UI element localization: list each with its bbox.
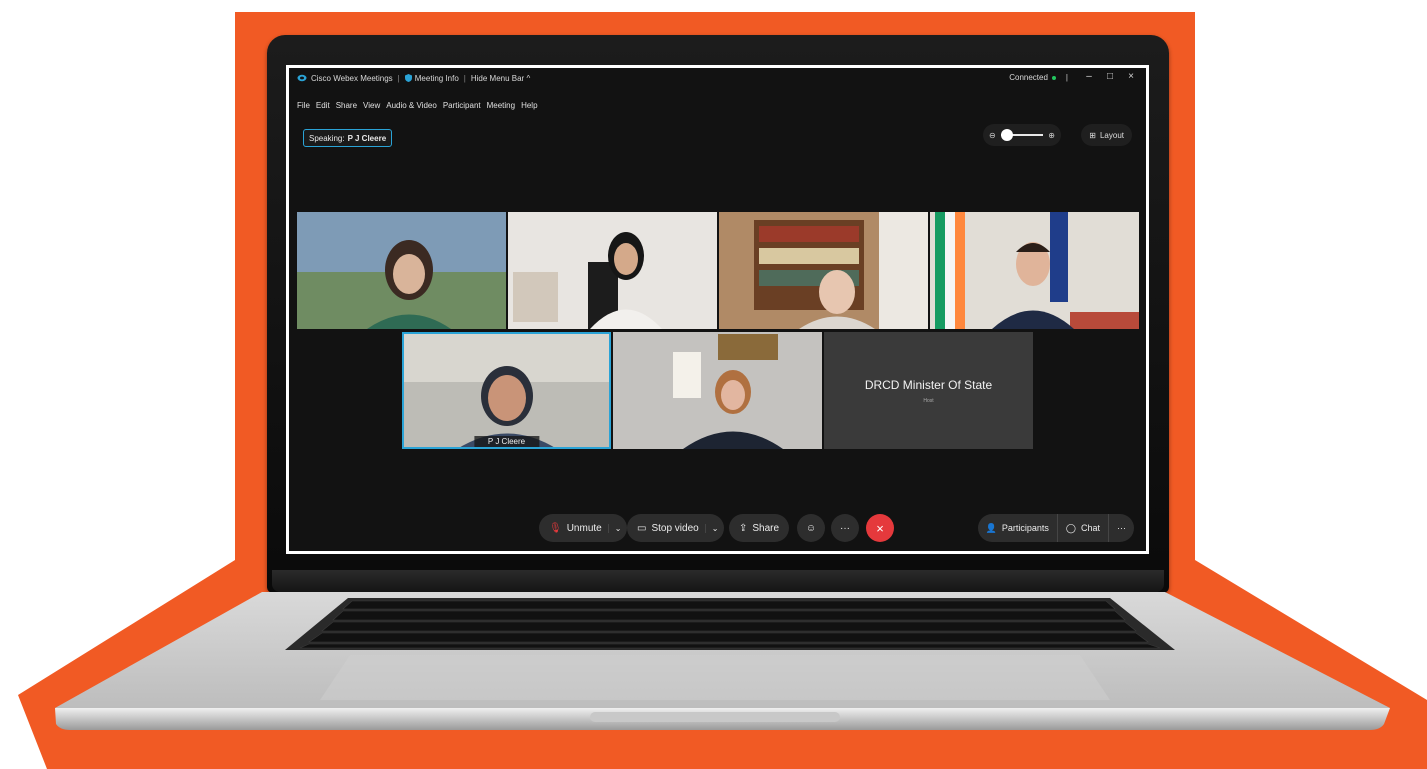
ellipsis-icon: ··· (840, 522, 850, 534)
menu-file[interactable]: File (297, 101, 310, 110)
stop-video-button[interactable]: ▭ Stop video ⌄ (627, 514, 725, 542)
participant-video-5[interactable]: P J Cleere (402, 332, 611, 449)
screen-bezel: Cisco Webex Meetings | Meeting Info | Hi… (286, 65, 1149, 554)
participants-button[interactable]: 👤 Participants (978, 514, 1057, 542)
participant-6-feed (613, 332, 822, 449)
chat-button[interactable]: ◯ Chat (1056, 514, 1108, 542)
menu-edit[interactable]: Edit (316, 101, 330, 110)
speaking-name: P J Cleere (347, 133, 387, 143)
laptop-hinge (272, 570, 1164, 592)
video-options-chevron-icon[interactable]: ⌄ (704, 523, 718, 533)
participant-2-feed (508, 212, 717, 329)
participant-video-4[interactable] (930, 212, 1139, 329)
participants-label: Participants (1001, 523, 1049, 533)
participant-video-3[interactable] (719, 212, 928, 329)
participant-4-feed (930, 212, 1139, 329)
leave-meeting-button[interactable]: × (866, 514, 894, 542)
zoom-track[interactable] (1000, 129, 1044, 141)
unmute-label: Unmute (566, 522, 602, 534)
zoom-handle[interactable] (1000, 129, 1013, 141)
menu-participant[interactable]: Participant (443, 101, 481, 110)
shield-icon (404, 74, 412, 82)
close-icon: × (876, 520, 884, 536)
layout-button[interactable]: ⊞ Layout (1081, 124, 1132, 146)
connection-label: Connected (1009, 73, 1048, 82)
layout-label: Layout (1099, 130, 1124, 140)
participant-video-2[interactable] (508, 212, 717, 329)
muted-mic-icon: 🎙 (549, 522, 562, 534)
reactions-button[interactable]: ☺ (797, 514, 825, 542)
menu-bar: File Edit Share View Audio & Video Parti… (297, 101, 538, 110)
unmute-button[interactable]: 🎙 Unmute ⌄ (539, 514, 628, 542)
webex-logo-icon (297, 74, 307, 82)
zoom-slider[interactable]: ⊖ ⊕ (983, 124, 1061, 146)
zoom-in-icon[interactable]: ⊕ (1048, 131, 1055, 140)
zoom-out-icon[interactable]: ⊖ (989, 131, 996, 140)
smiley-icon: ☺ (805, 522, 817, 534)
menu-share[interactable]: Share (336, 101, 357, 110)
speaking-indicator: Speaking: P J Cleere (303, 129, 393, 147)
person-icon: 👤 (985, 522, 997, 533)
title-divider-2: | (463, 73, 466, 83)
connection-status: Connected | (1009, 73, 1068, 82)
close-icon[interactable]: × (1126, 71, 1136, 82)
meeting-info-link[interactable]: Meeting Info (404, 73, 459, 83)
host-placeholder-tile[interactable]: DRCD Minister Of State Host (824, 332, 1033, 449)
meeting-info-label: Meeting Info (414, 73, 459, 83)
title-bar: Cisco Webex Meetings | Meeting Info | Hi… (289, 68, 1146, 88)
participant-1-feed (297, 212, 506, 329)
host-role: Host (923, 397, 934, 404)
menu-meeting[interactable]: Meeting (487, 101, 515, 110)
participant-3-feed (719, 212, 928, 329)
signal-bar-icon: | (1065, 73, 1068, 82)
hide-menu-bar-button[interactable]: Hide Menu Bar ^ (471, 74, 530, 83)
speaking-label: Speaking: (309, 133, 345, 143)
participant-video-1[interactable] (297, 212, 506, 329)
panel-controls: 👤 Participants ◯ Chat ··· (977, 514, 1134, 542)
window-controls: – □ × (1084, 71, 1136, 82)
participant-video-6[interactable] (613, 332, 822, 449)
connected-dot-icon (1051, 75, 1056, 80)
webex-window: Cisco Webex Meetings | Meeting Info | Hi… (289, 68, 1146, 551)
maximize-icon[interactable]: □ (1105, 71, 1115, 82)
share-screen-icon: ⇪ (739, 522, 748, 534)
app-name: Cisco Webex Meetings (311, 73, 393, 83)
participant-5-feed (402, 332, 611, 449)
participant-name-tag: P J Cleere (473, 436, 540, 447)
camera-icon: ▭ (637, 522, 647, 534)
stop-video-label: Stop video (651, 522, 699, 534)
chat-label: Chat (1080, 523, 1100, 533)
title-divider: | (397, 73, 400, 83)
share-label: Share (752, 522, 780, 534)
panel-more-button[interactable]: ··· (1108, 514, 1134, 542)
menu-help[interactable]: Help (521, 101, 537, 110)
host-name: DRCD Minister Of State (864, 377, 993, 392)
more-options-button[interactable]: ··· (831, 514, 859, 542)
menu-view[interactable]: View (363, 101, 380, 110)
ellipsis-icon: ··· (1117, 523, 1126, 533)
share-button[interactable]: ⇪ Share (729, 514, 790, 542)
minimize-icon[interactable]: – (1084, 71, 1094, 82)
grid-icon: ⊞ (1089, 130, 1096, 140)
chat-bubble-icon: ◯ (1065, 522, 1076, 533)
menu-audio-video[interactable]: Audio & Video (386, 101, 437, 110)
audio-options-chevron-icon[interactable]: ⌄ (607, 523, 621, 533)
